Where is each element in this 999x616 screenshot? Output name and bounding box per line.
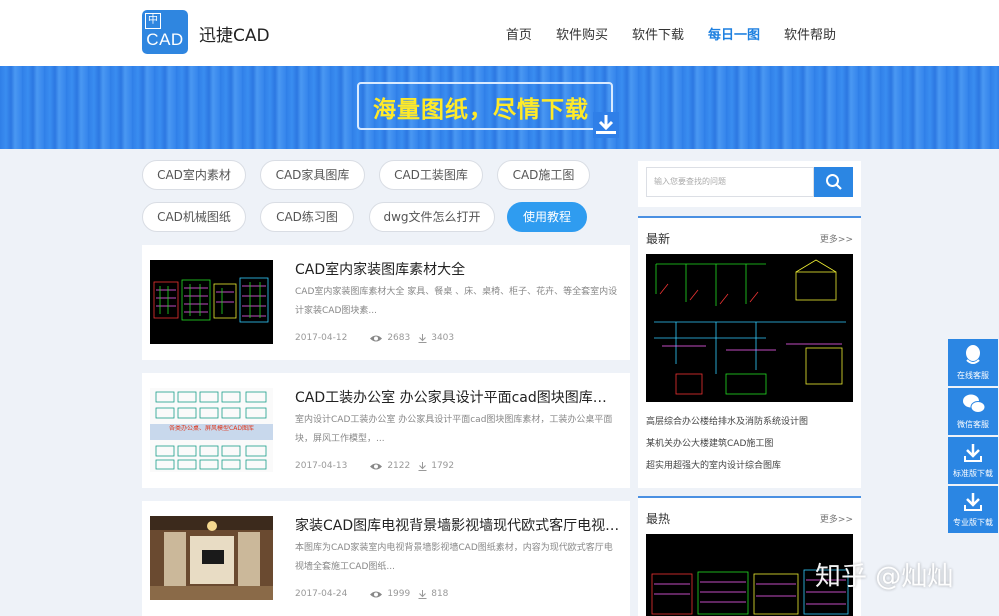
latest-link[interactable]: 某机关办公大楼建筑CAD施工图 bbox=[646, 436, 773, 449]
pro-download-label: 专业版下载 bbox=[953, 518, 993, 527]
download-icon bbox=[964, 444, 982, 462]
latest-title: 最新 bbox=[646, 232, 671, 246]
article-title[interactable]: CAD工装办公室 办公家具设计平面cad图块图库素材 bbox=[295, 387, 620, 407]
banner-headline: 海量图纸，尽情下载 bbox=[373, 97, 589, 123]
logo-text: CAD bbox=[146, 30, 184, 49]
latest-more-link[interactable]: 更多>> bbox=[820, 232, 853, 245]
article-title[interactable]: 家装CAD图库电视背景墙影视墙现代欧式客厅电视墙... bbox=[295, 515, 620, 535]
thumbnail-caption: 各类办公桌、屏风模型CAD图库 bbox=[169, 425, 254, 432]
download-count: 3403 bbox=[431, 333, 455, 343]
zhihu-watermark: 知乎 @灿灿 bbox=[815, 562, 954, 592]
article-meta: 2017-04-12 2683 3403 bbox=[295, 333, 454, 343]
nav-help[interactable]: 软件帮助 bbox=[784, 24, 836, 43]
article-title[interactable]: CAD室内家装图库素材大全 bbox=[295, 259, 620, 279]
latest-panel: 最新 更多>> 高层综合办公楼给排水及消防系统设计图 某机关办公大楼建筑CAD施… bbox=[638, 216, 861, 488]
article-card[interactable]: CAD室内家装图库素材大全 CAD室内家装图库素材大全 家具、餐桌 、床、桌椅、… bbox=[142, 245, 630, 360]
wechat-icon bbox=[963, 394, 986, 413]
view-count: 2683 bbox=[387, 333, 411, 343]
tag-mechanical-drawing[interactable]: CAD机械图纸 bbox=[142, 202, 246, 232]
download-count-icon bbox=[418, 333, 427, 343]
nav-daily-drawing[interactable]: 每日一图 bbox=[708, 24, 760, 43]
search-input[interactable]: 输入您要查找的问题 bbox=[646, 167, 814, 197]
tag-tutorial[interactable]: 使用教程 bbox=[507, 202, 587, 232]
download-count: 818 bbox=[431, 589, 449, 599]
wechat-service-label: 微信客服 bbox=[957, 420, 989, 429]
article-meta: 2017-04-13 2122 1792 bbox=[295, 461, 454, 471]
latest-link[interactable]: 超实用超强大的室内设计综合图库 bbox=[646, 458, 781, 471]
article-thumbnail[interactable] bbox=[150, 516, 273, 600]
nav-download[interactable]: 软件下载 bbox=[632, 24, 684, 43]
article-card[interactable]: 家装CAD图库电视背景墙影视墙现代欧式客厅电视墙... 本图库为CAD家装室内电… bbox=[142, 501, 630, 616]
banner-frame: 海量图纸，尽情下载 bbox=[357, 82, 619, 138]
download-icon bbox=[593, 112, 619, 138]
online-service-button[interactable]: 在线客服 bbox=[948, 339, 998, 386]
download-count-icon bbox=[418, 461, 427, 471]
main-nav: 首页 软件购买 软件下载 每日一图 软件帮助 bbox=[506, 24, 836, 43]
article-description: CAD室内家装图库素材大全 家具、餐桌 、床、桌椅、柜子、花卉、等全套室内设计家… bbox=[295, 287, 618, 316]
tag-construction-drawing[interactable]: CAD施工图 bbox=[497, 160, 590, 190]
logo-mark: 中 bbox=[145, 13, 161, 29]
article-thumbnail[interactable] bbox=[150, 260, 273, 344]
download-count-icon bbox=[418, 589, 427, 599]
standard-download-label: 标准版下载 bbox=[953, 469, 993, 478]
view-count: 2122 bbox=[387, 461, 411, 471]
view-count: 1999 bbox=[387, 589, 411, 599]
eye-icon bbox=[370, 463, 383, 469]
tag-office-library[interactable]: CAD工装图库 bbox=[379, 160, 483, 190]
article-date: 2017-04-13 bbox=[295, 461, 348, 471]
nav-home[interactable]: 首页 bbox=[506, 24, 532, 43]
promo-banner[interactable]: 海量图纸，尽情下载 bbox=[0, 66, 999, 149]
download-icon bbox=[964, 493, 982, 511]
pro-download-button[interactable]: 专业版下载 bbox=[948, 486, 998, 533]
article-card[interactable]: 各类办公桌、屏风模型CAD图库 CAD工装办公室 办公家具设计平面cad图块图库… bbox=[142, 373, 630, 488]
tag-practice-drawing[interactable]: CAD练习图 bbox=[260, 202, 354, 232]
online-service-label: 在线客服 bbox=[957, 371, 989, 380]
cad-logo[interactable]: 中 CAD bbox=[142, 10, 188, 54]
eye-icon bbox=[370, 591, 383, 597]
brand-name[interactable]: 迅捷CAD bbox=[199, 21, 270, 46]
search-button[interactable] bbox=[814, 167, 853, 197]
chat-icon bbox=[966, 345, 980, 364]
nav-buy[interactable]: 软件购买 bbox=[556, 24, 608, 43]
site-header: 中 CAD 迅捷CAD 首页 软件购买 软件下载 每日一图 软件帮助 bbox=[0, 0, 999, 66]
article-date: 2017-04-24 bbox=[295, 589, 348, 599]
hottest-title: 最热 bbox=[646, 512, 671, 526]
search-icon bbox=[825, 174, 842, 190]
hottest-more-link[interactable]: 更多>> bbox=[820, 512, 853, 525]
latest-link[interactable]: 高层综合办公楼给排水及消防系统设计图 bbox=[646, 414, 808, 427]
standard-download-button[interactable]: 标准版下载 bbox=[948, 437, 998, 484]
article-description: 本图库为CAD家装室内电视背景墙影视墙CAD图纸素材，内容为现代欧式客厅电视墙全… bbox=[295, 543, 613, 572]
tag-interior-materials[interactable]: CAD室内素材 bbox=[142, 160, 246, 190]
tag-open-dwg[interactable]: dwg文件怎么打开 bbox=[369, 202, 495, 232]
latest-featured-image[interactable] bbox=[646, 254, 853, 402]
search-box: 输入您要查找的问题 bbox=[638, 161, 861, 207]
eye-icon bbox=[370, 335, 383, 341]
wechat-service-button[interactable]: 微信客服 bbox=[948, 388, 998, 435]
download-count: 1792 bbox=[431, 461, 455, 471]
article-description: 室内设计CAD工装办公室 办公家具设计平面cad图块图库素材，工装办公桌平面块，… bbox=[295, 415, 613, 444]
tag-furniture-library[interactable]: CAD家具图库 bbox=[260, 160, 365, 190]
article-date: 2017-04-12 bbox=[295, 333, 348, 343]
article-meta: 2017-04-24 1999 818 bbox=[295, 589, 448, 599]
